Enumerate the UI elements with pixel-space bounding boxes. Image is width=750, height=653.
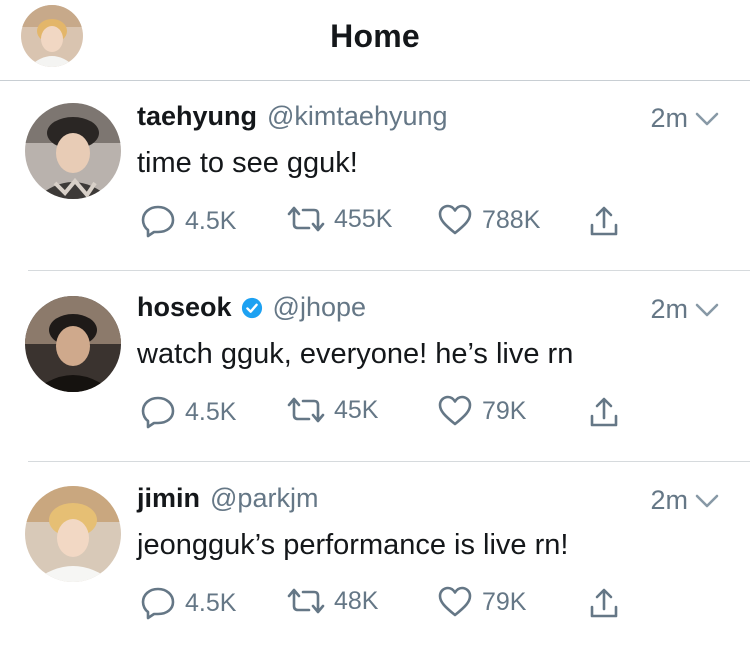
reply-count: 4.5K bbox=[185, 397, 237, 426]
reply-icon bbox=[141, 205, 175, 238]
page-title: Home bbox=[330, 18, 420, 54]
verified-badge-icon bbox=[241, 297, 262, 318]
tweet-time: 2m bbox=[650, 485, 688, 515]
share-button[interactable] bbox=[589, 396, 619, 433]
author-handle[interactable]: @kimtaehyung bbox=[267, 101, 448, 132]
author-name[interactable]: hoseok bbox=[137, 292, 232, 323]
divider bbox=[28, 461, 750, 462]
heart-icon bbox=[438, 204, 472, 235]
reply-button[interactable]: 4.5K bbox=[140, 395, 236, 429]
chevron-down-icon[interactable] bbox=[694, 493, 720, 509]
tweet-item[interactable]: jimin @parkjm 2m jeongguk’s performance … bbox=[0, 463, 750, 653]
retweet-button[interactable]: 48K bbox=[287, 586, 378, 616]
retweet-button[interactable]: 455K bbox=[287, 204, 392, 234]
share-button[interactable] bbox=[589, 205, 619, 242]
tweet-text: watch gguk, everyone! he’s live rn bbox=[137, 338, 574, 370]
avatar[interactable] bbox=[25, 486, 121, 582]
share-button[interactable] bbox=[589, 587, 619, 624]
avatar[interactable] bbox=[25, 103, 121, 199]
retweet-icon bbox=[287, 588, 325, 614]
like-button[interactable]: 79K bbox=[437, 395, 526, 427]
retweet-count: 48K bbox=[334, 586, 379, 615]
author-row: jimin @parkjm bbox=[137, 483, 318, 514]
retweet-button[interactable]: 45K bbox=[287, 395, 378, 425]
share-icon bbox=[590, 397, 618, 427]
tweet-actions: 4.5K 455K 788K bbox=[0, 201, 750, 241]
reply-icon bbox=[141, 587, 175, 620]
reply-count: 4.5K bbox=[185, 588, 237, 617]
like-button[interactable]: 79K bbox=[437, 586, 526, 618]
reply-button[interactable]: 4.5K bbox=[140, 204, 236, 238]
tweet-time: 2m bbox=[650, 103, 688, 133]
reply-button[interactable]: 4.5K bbox=[140, 586, 236, 620]
like-count: 788K bbox=[482, 205, 541, 234]
author-name[interactable]: taehyung bbox=[137, 101, 257, 132]
divider bbox=[28, 270, 750, 271]
like-count: 79K bbox=[482, 396, 527, 425]
author-handle[interactable]: @jhope bbox=[273, 292, 366, 323]
reply-icon bbox=[141, 396, 175, 429]
tweet-item[interactable]: hoseok @jhope 2m watch gguk, everyone! h… bbox=[0, 272, 750, 462]
tweet-item[interactable]: taehyung @kimtaehyung 2m time to see ggu… bbox=[0, 81, 750, 271]
share-icon bbox=[590, 206, 618, 236]
retweet-icon bbox=[287, 397, 325, 423]
retweet-count: 45K bbox=[334, 395, 379, 424]
retweet-icon bbox=[287, 206, 325, 232]
author-row: taehyung @kimtaehyung bbox=[137, 101, 448, 132]
author-row: hoseok @jhope bbox=[137, 292, 366, 323]
share-icon bbox=[590, 588, 618, 618]
top-bar: Home bbox=[0, 0, 750, 81]
reply-count: 4.5K bbox=[185, 206, 237, 235]
avatar[interactable] bbox=[25, 296, 121, 392]
tweet-time: 2m bbox=[650, 294, 688, 324]
tweet-actions: 4.5K 48K 79K bbox=[0, 583, 750, 623]
author-name[interactable]: jimin bbox=[137, 483, 200, 514]
chevron-down-icon[interactable] bbox=[694, 111, 720, 127]
author-handle[interactable]: @parkjm bbox=[210, 483, 318, 514]
tweet-text: time to see gguk! bbox=[137, 147, 358, 179]
tweet-text: jeongguk’s performance is live rn! bbox=[137, 529, 569, 561]
like-count: 79K bbox=[482, 587, 527, 616]
heart-icon bbox=[438, 395, 472, 426]
like-button[interactable]: 788K bbox=[437, 204, 540, 236]
tweet-actions: 4.5K 45K 79K bbox=[0, 392, 750, 432]
retweet-count: 455K bbox=[334, 204, 393, 233]
heart-icon bbox=[438, 586, 472, 617]
chevron-down-icon[interactable] bbox=[694, 302, 720, 318]
